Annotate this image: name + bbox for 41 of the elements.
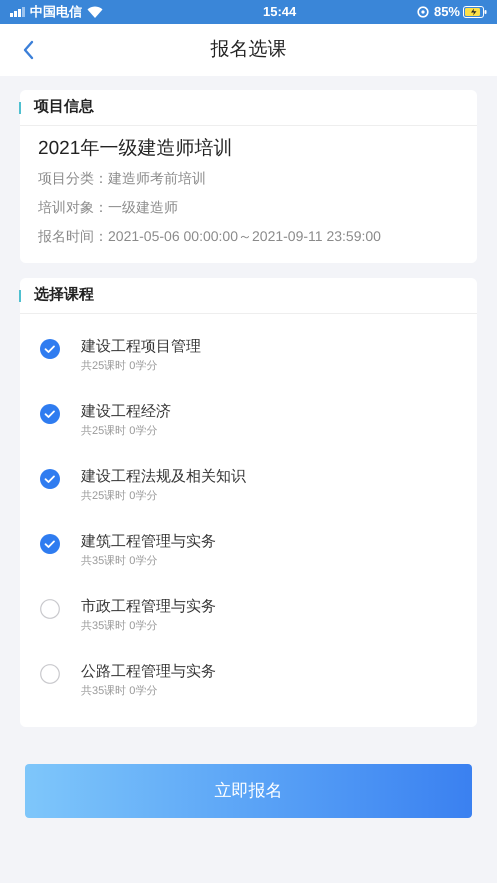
course-meta: 共25课时 0学分 [81,359,158,374]
unchecked-icon[interactable] [40,599,60,619]
section-heading: 项目信息 [34,97,94,118]
course-item[interactable]: 建设工程项目管理 共25课时 0学分 [20,322,477,387]
battery-icon [463,6,487,18]
project-detail: 报名时间：2021-05-06 00:00:00～2021-09-11 23:59:00 [38,227,382,246]
section-heading: 选择课程 [34,285,94,306]
project-detail: 项目分类：建造师考前培训 [38,169,207,188]
course-meta: 共25课时 0学分 [81,489,158,504]
signal-icon [10,7,26,17]
battery-percent: 85% [434,3,460,22]
course-name: 市政工程管理与实务 [81,597,216,617]
course-name: 建筑工程管理与实务 [81,532,216,552]
course-name: 公路工程管理与实务 [81,662,216,682]
course-item[interactable]: 建设工程法规及相关知识 共25课时 0学分 [20,452,477,517]
course-name: 建设工程项目管理 [81,337,201,357]
carrier-label: 中国电信 [30,3,82,22]
accent-bar [19,102,21,114]
course-meta: 共25课时 0学分 [81,424,158,439]
course-meta: 共35课时 0学分 [81,554,158,569]
rotation-lock-icon [416,6,429,18]
course-meta: 共35课时 0学分 [81,619,158,634]
course-name: 建设工程经济 [81,402,171,422]
unchecked-icon[interactable] [40,664,60,684]
course-meta: 共35课时 0学分 [81,684,158,699]
project-name: 2021年一级建造师培训 [38,137,234,161]
checked-icon[interactable] [40,404,60,424]
course-item[interactable]: 建筑工程管理与实务 共35课时 0学分 [20,517,477,582]
back-icon [22,40,34,60]
clock: 15:44 [263,3,296,22]
course-item[interactable]: 市政工程管理与实务 共35课时 0学分 [20,582,477,647]
wifi-icon [87,6,103,18]
page-title: 报名选课 [210,38,286,62]
course-item[interactable]: 公路工程管理与实务 共35课时 0学分 [20,647,477,712]
checked-icon[interactable] [40,469,60,489]
course-name: 建设工程法规及相关知识 [81,467,246,487]
project-detail: 培训对象：一级建造师 [38,198,179,217]
checked-icon[interactable] [40,534,60,554]
accent-bar [19,290,21,302]
checked-icon[interactable] [40,339,60,359]
course-item[interactable]: 建设工程经济 共25课时 0学分 [20,387,477,452]
